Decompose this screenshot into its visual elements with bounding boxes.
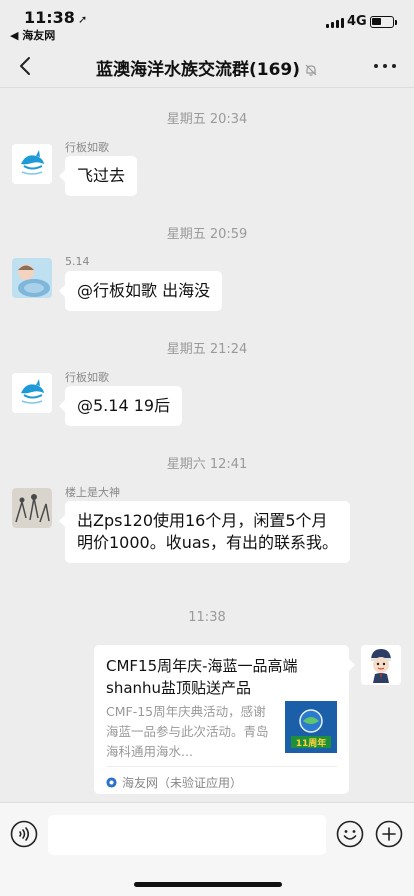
message-bubble[interactable]: 飞过去 <box>58 156 138 196</box>
more-dots-icon[interactable] <box>374 56 396 76</box>
message-bubble[interactable]: @5.14 19后 <box>58 386 183 426</box>
bell-off-icon <box>305 64 317 76</box>
link-card-title: CMF15周年庆-海蓝一品高端shanhu盐顶贴送产品 <box>106 657 298 697</box>
app-source-icon <box>106 777 117 788</box>
plus-icon[interactable] <box>375 820 403 848</box>
sender-name: 行板如歌 <box>65 141 109 154</box>
message-input[interactable] <box>48 815 326 855</box>
message-timestamp: 星期五 20:34 <box>166 112 248 127</box>
link-card-thumbnail: 11周年 <box>285 701 337 753</box>
dolphin-logo-icon <box>12 144 52 184</box>
thumb-text: 11周年 <box>296 737 327 749</box>
message-timestamp: 11:38 <box>188 610 226 625</box>
link-card-description: CMF-15周年庆典活动，感谢海蓝一品参与此次活动。青岛海科通用海水... <box>106 704 269 759</box>
status-time: 11:38 ➚ <box>24 8 88 27</box>
message-timestamp: 星期五 21:24 <box>166 342 248 357</box>
chat-nav-bar: 蓝澳海洋水族交流群(169) <box>0 44 414 88</box>
chevron-left-icon[interactable] <box>14 54 38 78</box>
link-card[interactable]: CMF15周年庆-海蓝一品高端shanhu盐顶贴送产品 CMF-15周年庆典活动… <box>94 645 355 794</box>
avatar[interactable] <box>12 144 52 184</box>
signal-icon <box>326 18 344 28</box>
baby-photo-icon <box>12 258 52 298</box>
message-bubble[interactable]: @行板如歌 出海没 <box>58 271 223 311</box>
dolphin-logo-icon <box>12 373 52 413</box>
sketch-avatar-icon <box>12 488 52 528</box>
sender-name: 5.14 <box>65 255 90 268</box>
sender-name: 行板如歌 <box>65 371 109 384</box>
voice-icon[interactable] <box>10 820 38 848</box>
my-avatar[interactable] <box>361 645 401 685</box>
emoji-icon[interactable] <box>336 820 364 848</box>
cartoon-avatar-icon <box>361 645 401 685</box>
status-bar: 11:38 ➚ ◀ 海友网 4G <box>0 0 414 44</box>
home-indicator <box>134 882 282 887</box>
message-timestamp: 星期六 12:41 <box>166 457 248 472</box>
avatar[interactable] <box>12 373 52 413</box>
avatar[interactable] <box>12 258 52 298</box>
avatar[interactable] <box>12 488 52 528</box>
link-card-source-text: 海友网（未验证应用） <box>122 776 243 790</box>
chat-title: 蓝澳海洋水族交流群(169) <box>60 55 354 80</box>
sender-name: 楼上是大神 <box>65 486 120 499</box>
chat-title-text: 蓝澳海洋水族交流群(169) <box>95 60 301 80</box>
message-bubble[interactable]: 出Zps120使用16个月，闲置5个月明价1000。收uas，有出的联系我。 <box>59 501 350 563</box>
location-arrow-icon: ➚ <box>77 13 88 26</box>
battery-icon <box>370 16 394 28</box>
back-to-app-link[interactable]: ◀ 海友网 <box>10 27 55 43</box>
message-timestamp: 星期五 20:59 <box>166 227 248 242</box>
link-card-source: 海友网（未验证应用） <box>106 766 337 791</box>
network-type: 4G <box>347 14 367 29</box>
